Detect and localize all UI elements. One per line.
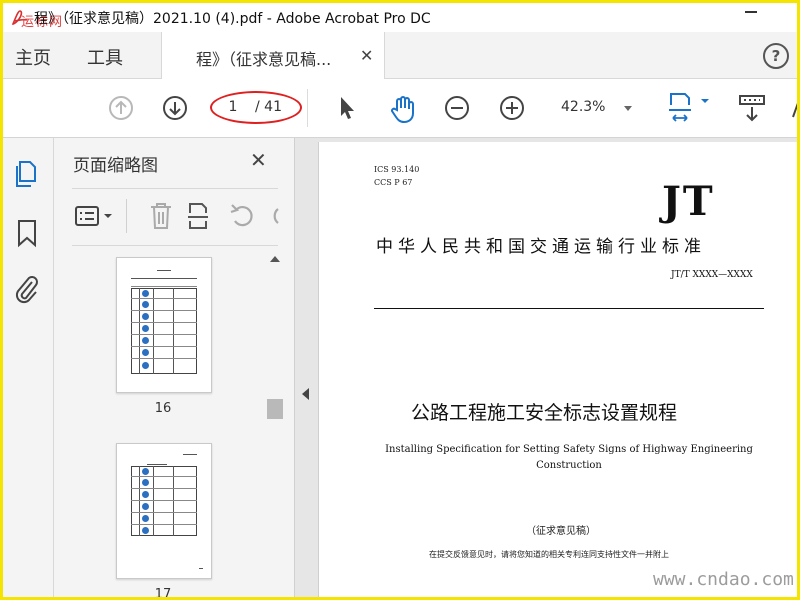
page-thumbnail-17[interactable] [116,443,212,579]
window-title: 程》（征求意见稿）2021.10 (4).pdf - Adobe Acrobat… [34,11,431,27]
thumbnail-label: 16 [154,401,172,416]
close-tab-icon[interactable]: ✕ [360,46,373,65]
panel-toolbar [72,188,280,246]
app-window: 运标网 程》（征求意见稿）2021.10 (4).pdf - Adobe Acr… [0,0,800,600]
document-view[interactable]: ICS 93.140 CCS P 67 JT 中华人民共和国交通运输行业标准 J… [295,138,797,597]
help-icon[interactable]: ? [763,43,789,69]
site-watermark: www.cndao.com [653,569,794,590]
document-tab-label: 程》（征求意见稿... [196,50,332,69]
zoom-dropdown-icon[interactable] [624,106,632,111]
thumb-table [131,288,197,374]
collapse-panel-icon[interactable] [302,388,309,400]
tab-tools[interactable]: 工具 [87,44,123,70]
zoom-out-icon[interactable] [443,94,471,122]
thumbnails-panel: 页面缩略图 ✕ 16 17 [54,138,295,600]
delete-page-icon[interactable] [148,201,174,231]
panel-toolbar-divider [126,199,127,233]
scroll-up-icon[interactable] [270,256,280,262]
attachment-icon[interactable] [13,273,41,305]
english-title-line: Construction [536,460,602,471]
more-tools-icon[interactable] [789,99,799,119]
jt-logo: JT [662,178,715,225]
zoom-level[interactable]: 42.3% [561,99,605,115]
page-thumbnail-16[interactable] [116,257,212,393]
previous-page-icon[interactable] [107,94,135,122]
rotate-clockwise-icon[interactable] [270,201,280,231]
title-bar: 运标网 程》（征求意见稿）2021.10 (4).pdf - Adobe Acr… [3,3,797,32]
pdf-page: ICS 93.140 CCS P 67 JT 中华人民共和国交通运输行业标准 J… [318,142,797,597]
ics-code: ICS 93.140 [374,165,420,174]
standard-number: JT/T XXXX—XXXX [671,270,753,280]
toolbar: 1 / 41 42.3% [3,79,797,138]
panel-title: 页面缩略图 [73,156,158,176]
toolbar-divider [307,89,308,127]
thumbnail-scrollbar[interactable] [266,250,284,597]
tab-document[interactable]: 程》（征求意见稿... ✕ [161,32,385,79]
page-number-input[interactable]: 1 [218,97,248,117]
close-panel-icon[interactable]: ✕ [250,148,267,172]
navigation-rail [3,138,54,597]
next-page-icon[interactable] [161,94,189,122]
page-total-label: / 41 [255,99,282,115]
bookmark-icon[interactable] [16,218,38,248]
insert-page-icon[interactable] [186,201,214,231]
thumbnail-label: 17 [154,587,172,600]
standard-title: 中华人民共和国交通运输行业标准 [376,237,706,257]
fit-page-icon[interactable] [667,91,713,125]
scrollbar-thumb[interactable] [267,399,283,419]
rotate-counterclockwise-icon[interactable] [228,201,258,231]
scroll-mode-icon[interactable] [737,93,767,125]
document-title: 公路工程施工安全标志设置规程 [411,402,678,424]
english-title: Installing Specification for Setting Saf… [374,442,764,474]
draft-label: （征求意见稿） [526,526,596,537]
english-title-line: Installing Specification for Setting Saf… [385,444,753,455]
minimize-button[interactable] [745,11,757,13]
select-cursor-icon[interactable] [335,94,359,122]
tab-bar: 主页 工具 程》（征求意见稿... ✕ ? [3,32,797,79]
hand-tool-icon[interactable] [389,94,417,124]
patent-note: 在提交反馈意见时，请将您知道的相关专利连同支持性文件一并附上 [429,550,669,559]
page-thumbnails-icon[interactable] [14,159,40,189]
header-rule [374,308,764,309]
tab-home[interactable]: 主页 [15,44,51,70]
zoom-in-icon[interactable] [498,94,526,122]
options-menu-icon[interactable] [74,204,118,228]
ccs-code: CCS P 67 [374,178,413,187]
